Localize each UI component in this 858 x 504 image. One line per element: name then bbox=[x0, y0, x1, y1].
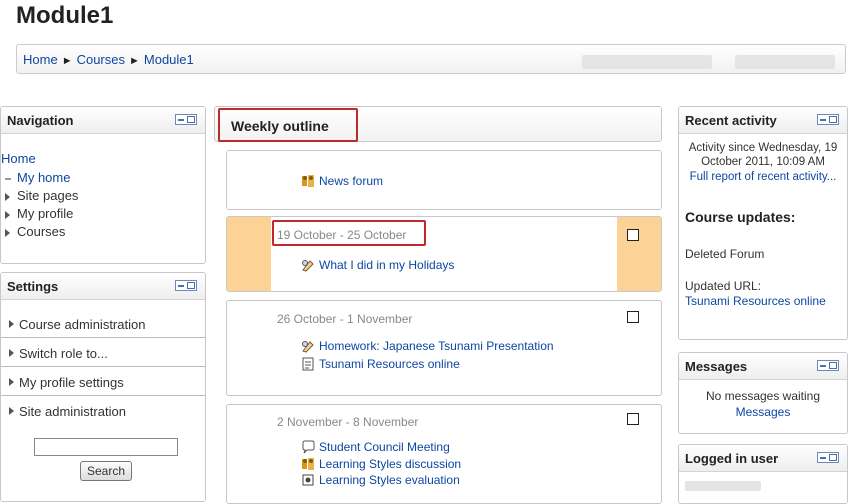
annotation-highlight-box bbox=[218, 108, 358, 142]
dock-icon[interactable] bbox=[817, 114, 839, 125]
assignment-icon bbox=[302, 260, 314, 272]
section-week-3: 2 November - 8 November Student Council … bbox=[226, 404, 662, 504]
breadcrumb-courses[interactable]: Courses bbox=[77, 52, 125, 67]
blurred-region bbox=[582, 55, 712, 69]
expand-triangle-icon bbox=[5, 228, 10, 237]
news-forum-link[interactable]: News forum bbox=[301, 174, 383, 188]
activity-learning-styles-discussion[interactable]: Learning Styles discussion bbox=[301, 457, 461, 471]
activity-tsunami-resources[interactable]: Tsunami Resources online bbox=[301, 357, 460, 371]
settings-item-my-profile-settings[interactable]: My profile settings bbox=[1, 369, 205, 396]
current-week-highlight bbox=[227, 217, 271, 291]
expand-triangle-icon bbox=[5, 210, 10, 219]
section-date: 26 October - 1 November bbox=[277, 312, 413, 326]
expand-triangle-icon bbox=[9, 349, 14, 357]
breadcrumb-bar: Home ► Courses ► Module1 bbox=[16, 44, 846, 74]
no-messages-text: No messages waiting bbox=[705, 389, 821, 403]
deleted-forum-text: Deleted Forum bbox=[685, 247, 765, 261]
activity-student-council[interactable]: Student Council Meeting bbox=[301, 440, 450, 454]
nav-home[interactable]: Home bbox=[1, 151, 36, 166]
assignment-icon bbox=[302, 341, 314, 353]
dock-icon[interactable] bbox=[175, 114, 197, 125]
nav-item-my-home[interactable]: My home bbox=[5, 170, 70, 185]
full-report-link[interactable]: Full report of recent activity... bbox=[679, 170, 847, 184]
search-button[interactable]: Search bbox=[80, 461, 132, 481]
choice-icon bbox=[302, 474, 314, 486]
activity-learning-styles-evaluation[interactable]: Learning Styles evaluation bbox=[301, 473, 460, 487]
nav-item-site-pages[interactable]: Site pages bbox=[5, 188, 78, 203]
annotation-highlight-box bbox=[272, 220, 426, 246]
breadcrumb-module[interactable]: Module1 bbox=[144, 52, 194, 67]
activity-since-line2: October 2011, 10:09 AM bbox=[701, 156, 825, 168]
bullet-icon bbox=[5, 177, 11, 180]
settings-item-switch-role[interactable]: Switch role to... bbox=[1, 340, 205, 367]
recent-activity-title: Recent activity bbox=[685, 113, 777, 128]
messages-block: Messages No messages waiting Messages bbox=[678, 352, 848, 434]
breadcrumb: Home ► Courses ► Module1 bbox=[23, 52, 194, 67]
activity-holidays[interactable]: What I did in my Holidays bbox=[301, 258, 454, 272]
activity-since-line1: Activity since Wednesday, 19 bbox=[688, 142, 838, 154]
recent-activity-block: Recent activity Activity since Wednesday… bbox=[678, 106, 848, 340]
dock-icon[interactable] bbox=[175, 280, 197, 291]
blurred-region bbox=[735, 55, 835, 69]
section-general: News forum bbox=[226, 150, 662, 210]
breadcrumb-separator-icon: ► bbox=[61, 55, 73, 67]
completion-checkbox[interactable] bbox=[627, 413, 639, 425]
breadcrumb-home[interactable]: Home bbox=[23, 52, 58, 67]
settings-item-course-administration[interactable]: Course administration bbox=[1, 311, 205, 338]
messages-link[interactable]: Messages bbox=[679, 405, 847, 419]
completion-checkbox[interactable] bbox=[627, 229, 639, 241]
navigation-title: Navigation bbox=[7, 113, 74, 128]
expand-triangle-icon bbox=[9, 378, 14, 386]
course-updates-heading: Course updates: bbox=[685, 209, 796, 225]
logged-in-user-block: Logged in user bbox=[678, 444, 848, 504]
chat-icon bbox=[302, 440, 315, 454]
expand-triangle-icon bbox=[9, 407, 14, 415]
updated-url-link[interactable]: Tsunami Resources online bbox=[685, 294, 826, 308]
navigation-block: Navigation Home My home Site pages My pr… bbox=[0, 106, 206, 264]
expand-triangle-icon bbox=[5, 192, 10, 201]
search-input[interactable] bbox=[34, 438, 178, 456]
section-week-2: 26 October - 1 November Homework: Japane… bbox=[226, 300, 662, 396]
settings-item-site-administration[interactable]: Site administration bbox=[1, 398, 205, 425]
expand-triangle-icon bbox=[9, 320, 14, 328]
settings-title: Settings bbox=[7, 279, 59, 294]
completion-checkbox[interactable] bbox=[627, 311, 639, 323]
updated-url-label: Updated URL: bbox=[685, 279, 762, 293]
url-resource-icon bbox=[302, 357, 314, 371]
forum-icon bbox=[302, 458, 314, 470]
dock-icon[interactable] bbox=[817, 452, 839, 463]
forum-icon bbox=[302, 175, 314, 187]
current-week-highlight bbox=[617, 217, 661, 291]
nav-item-my-profile[interactable]: My profile bbox=[5, 206, 73, 221]
activity-homework[interactable]: Homework: Japanese Tsunami Presentation bbox=[301, 339, 554, 353]
messages-title: Messages bbox=[685, 359, 748, 374]
nav-item-courses[interactable]: Courses bbox=[5, 224, 65, 239]
breadcrumb-separator-icon: ► bbox=[129, 55, 140, 67]
page-title: Module1 bbox=[16, 2, 114, 29]
section-date: 2 November - 8 November bbox=[277, 415, 419, 429]
logged-in-user-title: Logged in user bbox=[685, 451, 779, 466]
dock-icon[interactable] bbox=[817, 360, 839, 371]
